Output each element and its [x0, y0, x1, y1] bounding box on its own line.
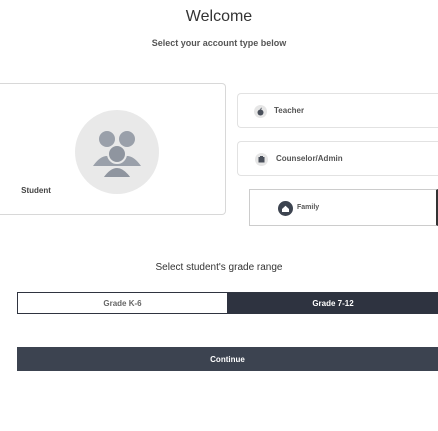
page-title: Welcome	[185, 8, 253, 25]
account-type-counselor[interactable]: Counselor/Admin	[237, 141, 438, 176]
grade-range-toggle: Grade K-6 Grade 7-12	[17, 292, 438, 314]
student-label: Student	[21, 186, 51, 195]
account-type-teacher[interactable]: Teacher	[237, 93, 438, 128]
users-icon	[93, 131, 141, 178]
grade-option-7-12[interactable]: Grade 7-12	[227, 293, 438, 313]
page-subtitle: Select your account type below	[151, 38, 287, 48]
counselor-label: Counselor/Admin	[276, 154, 343, 163]
account-type-family[interactable]: Family	[249, 189, 438, 226]
apple-icon	[254, 105, 267, 118]
home-icon	[278, 201, 293, 216]
briefcase-icon	[255, 153, 268, 166]
grade-option-k6[interactable]: Grade K-6	[18, 293, 227, 313]
teacher-label: Teacher	[274, 106, 305, 115]
grade-range-heading: Select student's grade range	[155, 262, 283, 273]
continue-button[interactable]: Continue	[17, 347, 438, 371]
family-label: Family	[297, 204, 320, 211]
